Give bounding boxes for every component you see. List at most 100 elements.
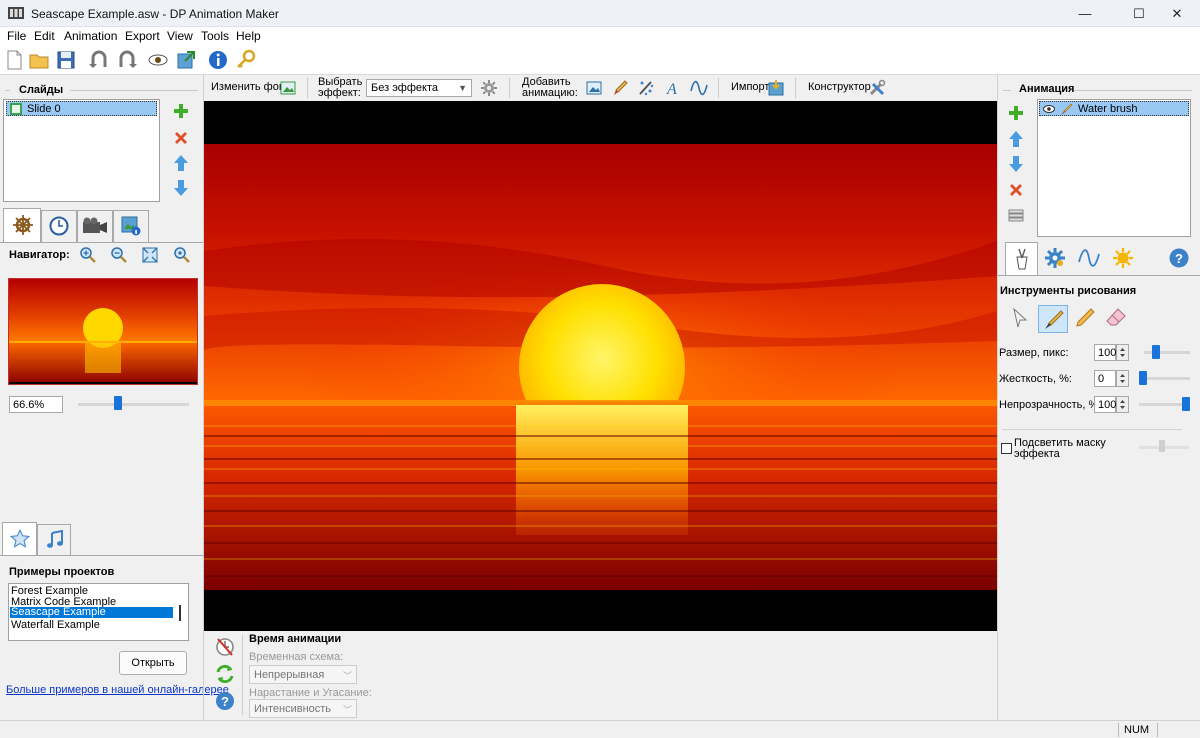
hardness-spinner[interactable]: [1116, 370, 1129, 387]
size-slider-track[interactable]: [1144, 351, 1190, 354]
delete-animation-icon[interactable]: [1007, 181, 1025, 199]
pencil-icon[interactable]: [1073, 306, 1097, 330]
pointer-arrow-icon[interactable]: [1008, 306, 1032, 330]
slide-thumb-icon: [10, 103, 22, 115]
zoom-out-icon[interactable]: [110, 246, 128, 264]
tab-examples[interactable]: [2, 522, 37, 555]
move-down-icon[interactable]: [172, 179, 190, 197]
add-brush-animation-icon[interactable]: [611, 79, 629, 97]
hardness-label: Жесткость, %:: [999, 373, 1072, 385]
chevron-down-icon: ﹀: [342, 705, 352, 715]
constructor-tools-icon[interactable]: [868, 79, 886, 97]
menu-export[interactable]: Export: [125, 29, 160, 43]
info-icon[interactable]: [207, 49, 229, 71]
slide-item[interactable]: Slide 0: [6, 101, 157, 116]
constructor-label[interactable]: Конструктор: [808, 81, 871, 93]
new-file-icon[interactable]: [3, 49, 25, 71]
opacity-slider-thumb[interactable]: [1182, 397, 1190, 411]
key-icon[interactable]: [235, 49, 257, 71]
slides-header: Слайды: [19, 84, 64, 96]
tab-brush-tools[interactable]: [1005, 242, 1038, 275]
brush-tool-button[interactable]: [1038, 305, 1068, 333]
menu-help[interactable]: Help: [236, 29, 261, 43]
preview-eye-icon[interactable]: [147, 49, 169, 71]
timing-scheme-select[interactable]: Непрерывная ﹀: [249, 665, 357, 684]
redo-icon[interactable]: [116, 49, 138, 71]
slides-list[interactable]: Slide 0: [3, 99, 160, 202]
help-icon[interactable]: ?: [1168, 247, 1190, 269]
list-scrollbar[interactable]: [179, 605, 181, 621]
size-spinner[interactable]: [1116, 344, 1129, 361]
animation-canvas[interactable]: [204, 101, 997, 631]
add-particles-animation-icon[interactable]: [637, 79, 655, 97]
minimize-button[interactable]: —: [1062, 0, 1108, 27]
ship-wheel-icon: [13, 215, 33, 235]
zoom-in-icon[interactable]: [79, 246, 97, 264]
wave-path-icon[interactable]: [1078, 247, 1100, 269]
animation-list[interactable]: Water brush: [1037, 99, 1191, 237]
opacity-field[interactable]: 100: [1094, 396, 1116, 413]
zoom-value-field[interactable]: 66.6%: [9, 396, 63, 413]
close-button[interactable]: ✕: [1154, 0, 1200, 27]
tab-navigator[interactable]: [3, 208, 41, 242]
hardness-slider-thumb[interactable]: [1139, 371, 1147, 385]
visibility-eye-icon[interactable]: [1043, 104, 1055, 114]
add-text-animation-icon[interactable]: A: [664, 79, 682, 97]
tab-music[interactable]: [37, 524, 71, 555]
navigator-thumbnail: [9, 279, 197, 384]
example-item[interactable]: Waterfall Example: [11, 619, 100, 631]
anim-move-up-icon[interactable]: [1007, 130, 1025, 148]
menu-edit[interactable]: Edit: [34, 29, 55, 43]
no-timer-icon[interactable]: [214, 635, 236, 657]
menu-file[interactable]: File: [7, 29, 26, 43]
size-field[interactable]: 100: [1094, 344, 1116, 361]
examples-list[interactable]: Forest Example Matrix Code Example Seasc…: [8, 583, 189, 641]
highlight-mask-checkbox[interactable]: [1001, 443, 1012, 454]
tab-camera[interactable]: [77, 210, 113, 242]
fade-select[interactable]: Интенсивность ﹀: [249, 699, 357, 718]
chevron-down-icon: ﹀: [342, 671, 352, 681]
delete-slide-icon[interactable]: [172, 129, 190, 147]
example-item-selected[interactable]: Seascape Example: [10, 607, 173, 618]
add-animation-icon[interactable]: [1007, 104, 1025, 122]
sun-effect-icon[interactable]: [1112, 247, 1134, 269]
gallery-link[interactable]: Больше примеров в нашей онлайн-галерее: [6, 684, 229, 696]
add-wave-animation-icon[interactable]: [690, 79, 708, 97]
eraser-icon[interactable]: [1104, 306, 1128, 330]
size-slider-thumb[interactable]: [1151, 345, 1160, 359]
change-bg-label[interactable]: Изменить фон: [211, 81, 285, 93]
change-bg-icon[interactable]: [279, 79, 297, 97]
export-icon[interactable]: [175, 49, 197, 71]
menu-view[interactable]: View: [167, 29, 193, 43]
help-circle-icon[interactable]: ?: [214, 690, 236, 712]
open-folder-icon[interactable]: [28, 49, 50, 71]
import-icon[interactable]: [767, 79, 785, 97]
open-example-button[interactable]: Открыть: [119, 651, 187, 675]
hardness-slider-track[interactable]: [1140, 377, 1190, 380]
opacity-spinner[interactable]: [1116, 396, 1129, 413]
navigator-preview[interactable]: [8, 278, 198, 385]
undo-icon[interactable]: [88, 49, 110, 71]
tab-properties[interactable]: [113, 210, 149, 242]
effect-select[interactable]: Без эффекта ▼: [366, 79, 472, 97]
zoom-fit-icon[interactable]: [141, 246, 159, 264]
zoom-slider-track[interactable]: [78, 403, 189, 406]
add-image-animation-icon[interactable]: [585, 79, 603, 97]
zoom-slider-thumb[interactable]: [114, 396, 123, 410]
effect-settings-icon[interactable]: [480, 79, 498, 97]
import-label[interactable]: Импорт: [731, 81, 769, 93]
save-icon[interactable]: [55, 49, 77, 71]
anim-move-down-icon[interactable]: [1007, 155, 1025, 173]
timing-panel: ? Время анимации Временная схема: Непрер…: [204, 631, 998, 720]
menu-animation[interactable]: Animation: [64, 29, 117, 43]
add-slide-icon[interactable]: [172, 102, 190, 120]
loop-refresh-icon[interactable]: [214, 663, 236, 685]
hardness-field[interactable]: 0: [1094, 370, 1116, 387]
settings-gear-icon[interactable]: [1044, 247, 1066, 269]
tab-timing[interactable]: [41, 210, 77, 242]
menu-tools[interactable]: Tools: [201, 29, 229, 43]
layers-icon[interactable]: [1007, 206, 1025, 224]
move-up-icon[interactable]: [172, 154, 190, 172]
zoom-actual-icon[interactable]: [173, 246, 191, 264]
animation-item[interactable]: Water brush: [1039, 101, 1189, 116]
